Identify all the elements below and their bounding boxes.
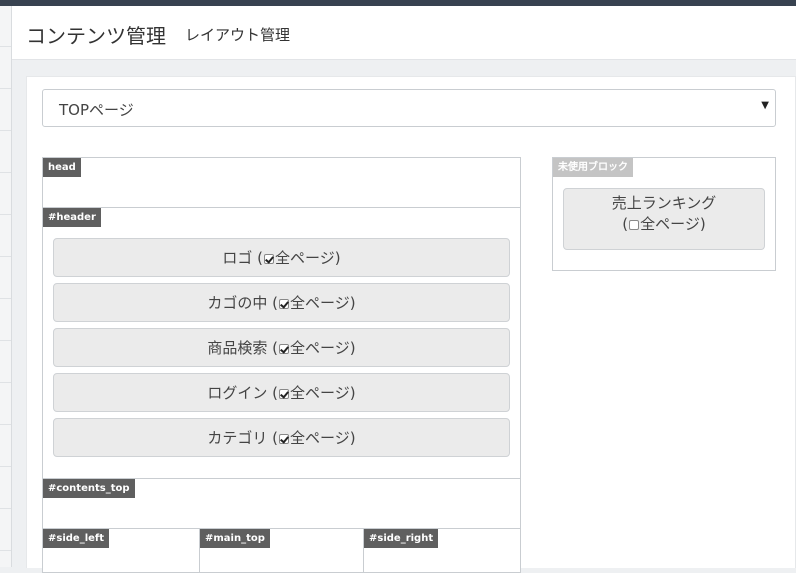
all-pages-checkbox[interactable] [279,389,290,399]
block-login[interactable]: ログイン (全ページ) [53,373,510,412]
page-title: コンテンツ管理 [26,24,166,48]
block-name: 商品検索 [207,339,268,357]
all-pages-label: 全ページ) [290,429,356,447]
block-name: ログイン [207,384,268,402]
all-pages-checkbox[interactable] [279,299,290,309]
area-label: #side_left [43,529,110,548]
area-label: head [43,158,81,177]
all-pages-label: 全ページ) [275,249,341,267]
block-name: カゴの中 [207,294,268,312]
sidebar-edge [0,6,12,567]
block-name: ロゴ [222,249,253,267]
area-main-top[interactable]: #main_top [199,528,364,573]
page-header: コンテンツ管理 レイアウト管理 [12,6,796,60]
area-label: #contents_top [43,479,135,498]
all-pages-label: 全ページ) [290,339,356,357]
area-side-left[interactable]: #side_left [42,528,200,573]
all-pages-label: 全ページ) [640,215,706,233]
block-cart[interactable]: カゴの中 (全ページ) [53,283,510,322]
area-label: #header [43,208,101,227]
all-pages-checkbox[interactable] [629,220,640,230]
block-sales-ranking[interactable]: 売上ランキング (全ページ) [563,188,765,250]
all-pages-checkbox[interactable] [264,254,275,264]
block-name: 売上ランキング [611,194,717,212]
page-select-value: TOPページ [59,101,134,119]
area-label: #side_right [364,529,439,548]
block-category[interactable]: カテゴリ (全ページ) [53,418,510,457]
all-pages-label: 全ページ) [290,294,356,312]
chevron-down-icon: ▼ [761,100,769,111]
area-contents-top[interactable]: #contents_top [42,478,521,529]
block-logo[interactable]: ロゴ (全ページ) [53,238,510,277]
area-head[interactable]: head [42,157,521,208]
area-label: #main_top [200,529,270,548]
area-label: 未使用ブロック [553,158,633,177]
page-subtitle: レイアウト管理 [185,26,291,44]
all-pages-checkbox[interactable] [279,434,290,444]
area-side-right[interactable]: #side_right [363,528,521,573]
all-pages-label: 全ページ) [290,384,356,402]
block-name: カテゴリ [207,429,268,447]
page-select[interactable]: TOPページ ▼ [42,89,776,127]
all-pages-checkbox[interactable] [279,344,290,354]
block-product-search[interactable]: 商品検索 (全ページ) [53,328,510,367]
